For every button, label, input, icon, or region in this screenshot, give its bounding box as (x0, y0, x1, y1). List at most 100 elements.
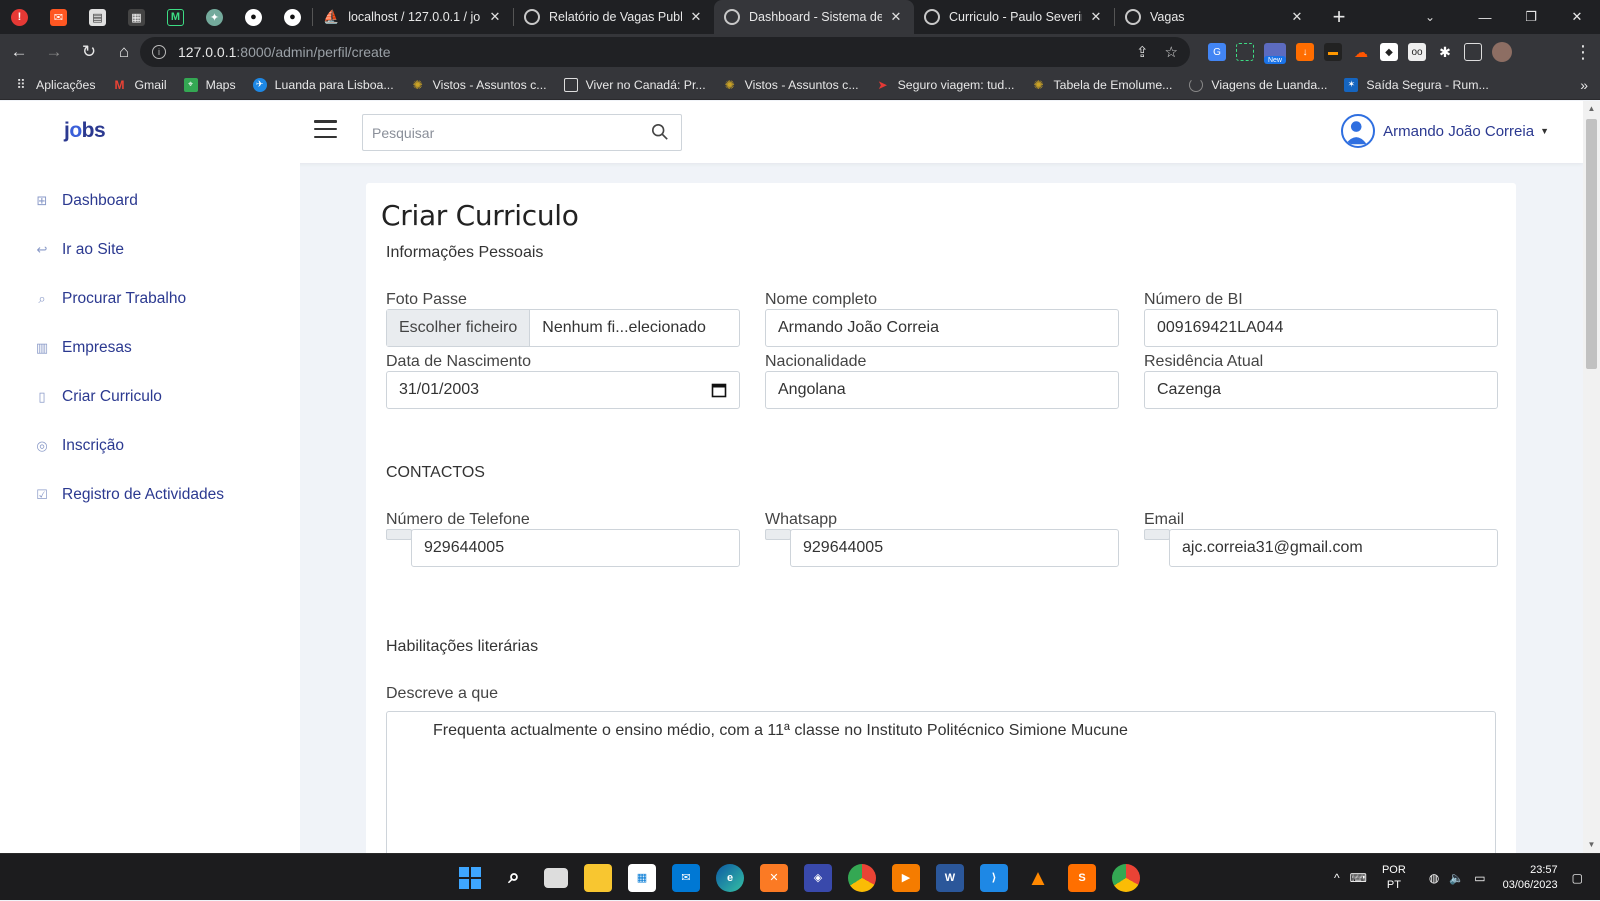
email-field[interactable]: ajc.correia31@gmail.com (1169, 529, 1498, 567)
pinned-tab[interactable]: ✉ (39, 0, 78, 34)
scroll-up-icon[interactable]: ▲ (1583, 101, 1600, 117)
language-indicator[interactable]: POR PT (1382, 863, 1406, 893)
video-player-icon[interactable]: ▶ (892, 863, 920, 892)
sidepanel-icon[interactable] (1464, 43, 1482, 61)
screenshot-icon[interactable] (1236, 43, 1254, 61)
xampp-icon[interactable]: ✕ (760, 863, 788, 892)
bookmark-item[interactable]: ✶ Saída Segura - Rum... (1344, 77, 1489, 92)
menu-toggle-icon[interactable] (314, 120, 337, 138)
phone-field[interactable]: 929644005 (411, 529, 740, 567)
network-icon[interactable]: ◍ (1429, 871, 1439, 885)
url-bar[interactable]: i 127.0.0.1:8000/admin/perfil/create ⇪ ☆ (140, 37, 1190, 67)
forward-button[interactable]: → (38, 36, 70, 68)
chrome-profile-icon[interactable] (1112, 863, 1140, 892)
residence-field[interactable]: Cazenga (1144, 371, 1498, 409)
bookmark-item[interactable]: Viagens de Luanda... (1189, 77, 1327, 92)
battery-icon[interactable]: ▭ (1474, 871, 1485, 885)
browser-menu-icon[interactable]: ⋮ (1574, 34, 1592, 70)
windows-start-icon[interactable] (456, 864, 484, 892)
restore-button[interactable]: ❐ (1508, 0, 1554, 34)
bi-field[interactable]: 009169421LA044 (1144, 309, 1498, 347)
bookmark-item[interactable]: ✺ Tabela de Emolume... (1031, 78, 1172, 92)
birth-date-field[interactable]: 31/01/2003 (386, 371, 740, 409)
game-icon[interactable]: ◈ (804, 863, 832, 892)
media-icon[interactable]: ▬ (1324, 43, 1342, 61)
search-icon[interactable]: ⌕ (500, 864, 528, 892)
choose-file-button[interactable]: Escolher ficheiro (387, 310, 531, 346)
home-button[interactable]: ⌂ (108, 36, 140, 68)
close-icon[interactable]: ✕ (688, 9, 704, 25)
user-menu[interactable]: Armando João Correia ▼ (1341, 114, 1549, 148)
education-textarea[interactable]: Frequenta actualmente o ensino médio, co… (386, 711, 1496, 853)
bookmark-item[interactable]: ✈ Luanda para Lisboa... (252, 77, 394, 92)
puzzle-icon[interactable]: ✱ (1436, 43, 1454, 61)
sidebar-item-criar-curriculo[interactable]: ▯ Criar Curriculo (34, 388, 161, 406)
notification-icon[interactable]: ▢ (1572, 871, 1583, 885)
tab-vagas[interactable]: Vagas ✕ (1115, 0, 1315, 34)
store-icon[interactable]: ▦ (628, 863, 656, 892)
pinned-tab[interactable]: ● (273, 0, 312, 34)
tab-relatorio[interactable]: Relatório de Vagas Publicad ✕ (514, 0, 714, 34)
translate-icon[interactable]: G (1208, 43, 1226, 61)
bookmark-item[interactable]: ➤ Seguro viagem: tud... (876, 78, 1015, 92)
pinned-tab[interactable]: M (156, 0, 195, 34)
tab-search-chevron-icon[interactable]: ⌄ (1410, 0, 1450, 34)
sidebar-item-empresas[interactable]: ▥ Empresas (34, 339, 132, 357)
close-icon[interactable]: ✕ (1289, 9, 1305, 25)
bookmark-item[interactable]: M Gmail (112, 78, 166, 92)
bookmark-item[interactable]: ⌖ Maps (183, 77, 236, 92)
keyboard-icon[interactable]: ⌨ (1350, 871, 1367, 885)
extension-box-icon[interactable]: ◆ (1380, 43, 1398, 61)
chrome-icon[interactable] (848, 863, 876, 892)
name-field[interactable]: Armando João Correia (765, 309, 1119, 347)
minimize-button[interactable]: — (1462, 0, 1508, 34)
mail-icon[interactable]: ✉ (672, 863, 700, 892)
reader-icon[interactable]: oo (1408, 43, 1426, 61)
more-bookmarks-icon[interactable]: » (1580, 77, 1588, 93)
download-icon[interactable]: ↓ (1296, 43, 1314, 61)
sublime-icon[interactable]: S (1068, 863, 1096, 892)
scroll-thumb[interactable] (1586, 119, 1597, 369)
close-icon[interactable]: ✕ (487, 9, 503, 25)
vscode-icon[interactable]: ⟩ (980, 863, 1008, 892)
tab-dashboard[interactable]: Dashboard - Sistema de Ge ✕ (714, 0, 914, 34)
bookmark-item[interactable]: ✺ Vistos - Assuntos c... (723, 78, 859, 92)
bookmark-item[interactable]: ✺ Vistos - Assuntos c... (411, 78, 547, 92)
close-window-button[interactable]: ✕ (1554, 0, 1600, 34)
jobs-logo[interactable]: jobs (64, 119, 106, 143)
extension-new-icon[interactable]: New (1264, 43, 1286, 64)
sidebar-item-dashboard[interactable]: ⊞ Dashboard (34, 192, 138, 210)
whatsapp-field[interactable]: 929644005 (790, 529, 1119, 567)
profile-avatar[interactable] (1492, 42, 1512, 62)
pinned-tab[interactable]: ▤ (78, 0, 117, 34)
sidebar-item-registro-actividades[interactable]: ☑ Registro de Actividades (34, 486, 224, 504)
word-icon[interactable]: W (936, 863, 964, 892)
tab-curriculo[interactable]: Curriculo - Paulo Severino ✕ (914, 0, 1114, 34)
page-scrollbar[interactable]: ▲ ▼ (1583, 101, 1600, 853)
nationality-field[interactable]: Angolana (765, 371, 1119, 409)
search-input[interactable] (363, 115, 633, 150)
reload-button[interactable]: ↻ (73, 36, 105, 68)
clock[interactable]: 23:57 03/06/2023 (1503, 863, 1558, 893)
chevron-up-icon[interactable]: ^ (1334, 871, 1340, 885)
soundcloud-icon[interactable]: ☁ (1352, 43, 1370, 61)
edge-icon[interactable]: e (716, 863, 744, 892)
tab-phpmyadmin[interactable]: ⛵ localhost / 127.0.0.1 / jobs ✕ (313, 0, 513, 34)
search-icon[interactable] (651, 123, 669, 141)
calendar-icon[interactable] (711, 382, 727, 398)
sidebar-item-procurar-trabalho[interactable]: ⌕ Procurar Trabalho (34, 290, 186, 308)
task-view-icon[interactable] (544, 867, 568, 888)
bookmark-item[interactable]: Viver no Canadá: Pr... (563, 77, 706, 92)
pinned-tab[interactable]: ▦ (117, 0, 156, 34)
sidebar-item-ir-ao-site[interactable]: ↩ Ir ao Site (34, 241, 124, 259)
close-icon[interactable]: ✕ (888, 9, 904, 25)
file-explorer-icon[interactable] (584, 863, 612, 892)
vlc-icon[interactable]: ▲ (1024, 864, 1052, 892)
share-icon[interactable]: ⇪ (1136, 43, 1149, 61)
pinned-tab[interactable]: ! (0, 0, 39, 34)
pinned-tab[interactable]: ✦ (195, 0, 234, 34)
back-button[interactable]: ← (3, 36, 35, 68)
new-tab-button[interactable]: + (1321, 4, 1357, 30)
close-icon[interactable]: ✕ (1088, 9, 1104, 25)
sidebar-item-inscricao[interactable]: ◎ Inscrição (34, 437, 124, 455)
